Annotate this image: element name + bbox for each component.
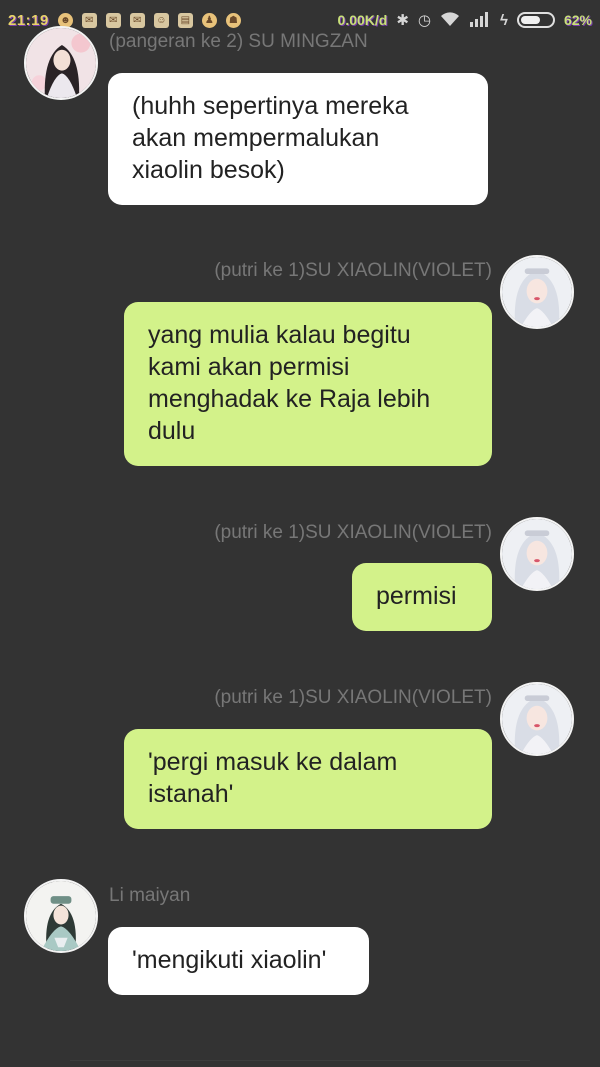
- message-bubble[interactable]: yang mulia kalau begitu kami akan permis…: [124, 302, 492, 466]
- avatar[interactable]: [500, 682, 574, 756]
- avatar[interactable]: [24, 26, 98, 100]
- message-bubble[interactable]: (huhh sepertinya mereka akan mempermaluk…: [108, 73, 488, 205]
- avatar-image: [502, 257, 572, 327]
- sender-name: (putri ke 1)SU XIAOLIN(VIOLET): [214, 522, 492, 543]
- avatar-image: [26, 28, 96, 98]
- avatar[interactable]: [500, 255, 574, 329]
- sender-name: (putri ke 1)SU XIAOLIN(VIOLET): [214, 687, 492, 708]
- avatar-image: [502, 519, 572, 589]
- sender-name: (putri ke 1)SU XIAOLIN(VIOLET): [214, 260, 492, 281]
- message-bubble[interactable]: 'mengikuti xiaolin': [108, 927, 369, 995]
- message-text: yang mulia kalau begitu kami akan permis…: [148, 321, 431, 445]
- message-text: permisi: [376, 582, 457, 610]
- message-text: 'pergi masuk ke dalam istanah': [148, 748, 398, 808]
- message-bubble[interactable]: 'pergi masuk ke dalam istanah': [124, 729, 492, 829]
- sender-name: (pangeran ke 2) SU MINGZAN: [109, 31, 368, 52]
- avatar-image: [502, 684, 572, 754]
- message-text: (huhh sepertinya mereka akan mempermaluk…: [132, 92, 409, 184]
- message-bubble[interactable]: permisi: [352, 563, 492, 631]
- avatar-image: [26, 881, 96, 951]
- sender-name: Li maiyan: [109, 885, 191, 906]
- chat-area[interactable]: (pangeran ke 2) SU MINGZAN (huhh seperti…: [0, 0, 600, 1067]
- message-text: 'mengikuti xiaolin': [132, 946, 327, 974]
- divider: [70, 1060, 530, 1061]
- avatar[interactable]: [24, 879, 98, 953]
- avatar[interactable]: [500, 517, 574, 591]
